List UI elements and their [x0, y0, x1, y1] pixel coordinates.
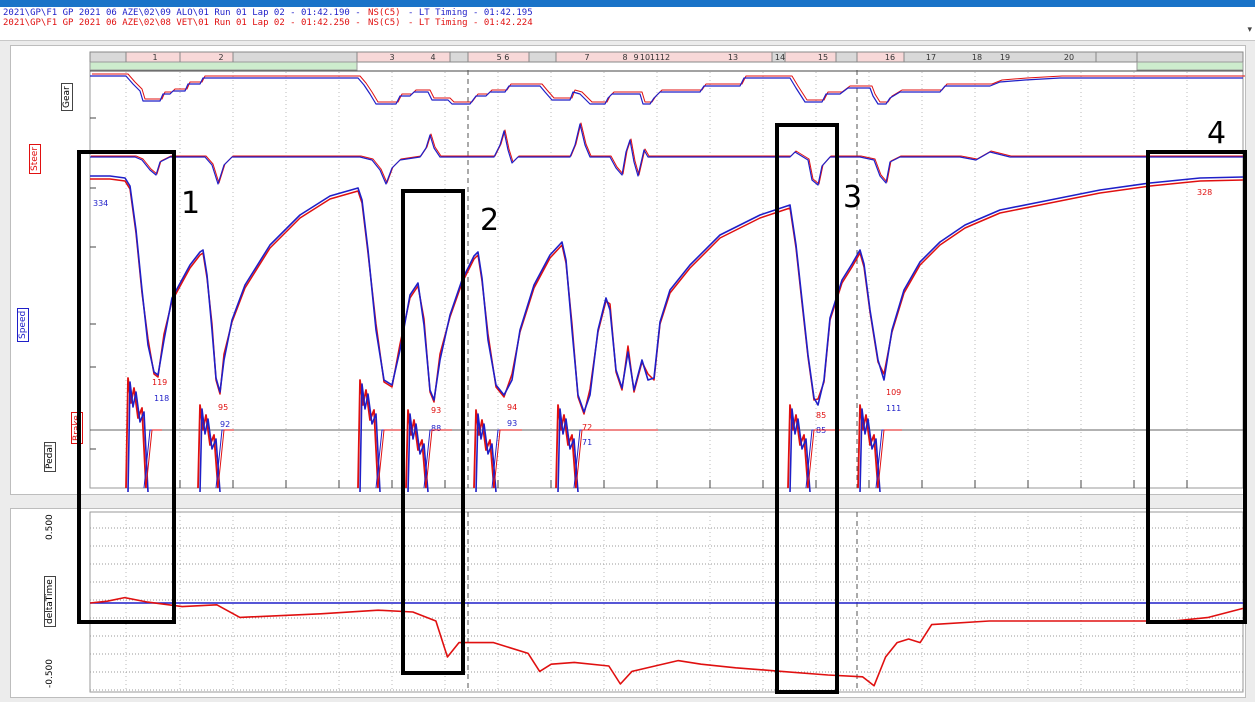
- delta-plot-frame: [89, 511, 1244, 693]
- delta-axis-tick-label: -0.500: [45, 659, 55, 688]
- annotation-number: 2: [480, 203, 499, 238]
- speed-label: 93: [431, 406, 441, 415]
- speed-label: 328: [1197, 188, 1212, 197]
- corner-label: 1: [152, 53, 157, 62]
- corner-label: 16: [885, 53, 895, 62]
- corner-label: 8: [622, 53, 627, 62]
- sector-status-bar: [89, 61, 358, 71]
- speed-label: 88: [431, 424, 441, 433]
- corner-label: 2: [218, 53, 223, 62]
- sector-segment: [356, 51, 451, 63]
- speed-label: 71: [582, 438, 592, 447]
- corner-label: 13: [728, 53, 738, 62]
- speed-label: 95: [218, 403, 228, 412]
- speed-label: 119: [152, 378, 167, 387]
- speed-label: 109: [886, 388, 901, 397]
- corner-label: 5 6: [497, 53, 510, 62]
- corner-label: 15: [818, 53, 828, 62]
- corner-label: 9: [633, 53, 638, 62]
- corner-label: 19: [1000, 53, 1010, 62]
- speed-label: 118: [154, 394, 169, 403]
- corner-label: 18: [972, 53, 982, 62]
- speed-label: 334: [93, 199, 108, 208]
- corner-label: 11: [650, 53, 660, 62]
- speed-label: 72: [582, 423, 592, 432]
- annotation-number: 1: [181, 186, 200, 221]
- sector-segment: [856, 51, 905, 63]
- speed-label: 92: [220, 420, 230, 429]
- delta-axis-tick-label: 0.500: [45, 514, 55, 540]
- corner-label: 4: [430, 53, 435, 62]
- corner-label: 17: [926, 53, 936, 62]
- speed-label: 111: [886, 404, 901, 413]
- annotation-number: 3: [843, 180, 862, 215]
- speed-label: 93: [507, 419, 517, 428]
- corner-label: 14: [775, 53, 785, 62]
- telemetry-chart: 12345 6 7 8 9 10 11 12 13 14 15 16 17 18 19 200.500-0.…: [45, 51, 1247, 694]
- telemetry-plot-frame: [89, 51, 1244, 489]
- corner-label: 10: [640, 53, 650, 62]
- sector-status-bar: [1136, 61, 1244, 71]
- corner-label: 3: [389, 53, 394, 62]
- corner-label: 20: [1064, 53, 1074, 62]
- annotation-number: 4: [1207, 116, 1226, 151]
- sector-segment: [784, 51, 837, 63]
- corner-label: 12: [660, 53, 670, 62]
- speed-label: 85: [816, 411, 826, 420]
- corner-label: 7: [584, 53, 589, 62]
- speed-label: 94: [507, 403, 517, 412]
